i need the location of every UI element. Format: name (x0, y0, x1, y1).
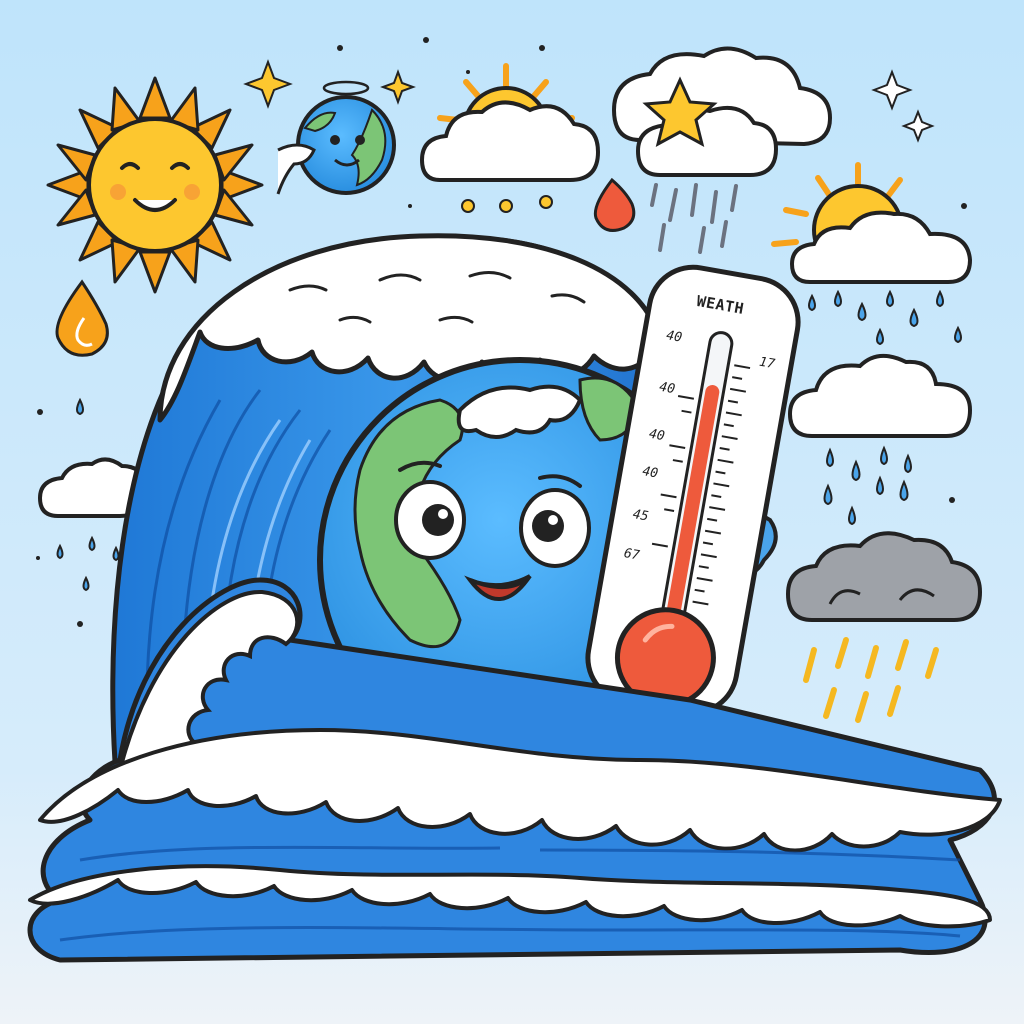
smiling-sun-icon (46, 76, 264, 294)
thermometer-scale-3: 40 (641, 464, 659, 482)
thermometer-scale-2: 40 (648, 427, 666, 445)
thermometer-scale-0: 40 (665, 328, 683, 346)
thermometer-scale-5: 67 (623, 546, 641, 564)
thermometer-scale-right: 17 (758, 355, 776, 373)
thermometer-scale-4: 45 (632, 507, 650, 525)
thermometer-scale-1: 40 (658, 380, 676, 398)
climate-scene: WEATH 17 40 40 40 40 45 67 (0, 0, 1024, 1024)
